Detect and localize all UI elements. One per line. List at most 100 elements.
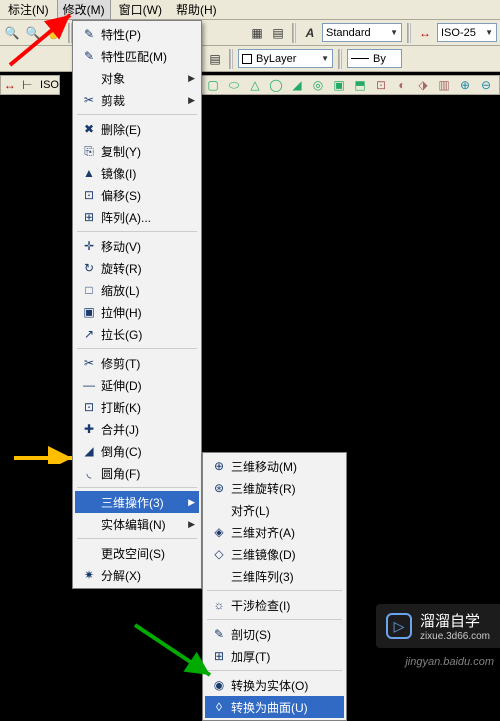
zoom-in-icon[interactable]: 🔍 — [3, 24, 21, 42]
offset-icon: ⊡ — [79, 188, 99, 202]
menu-label: 镜像(I) — [99, 165, 195, 182]
menu-item-3dops[interactable]: 三维操作(3)▶ — [75, 491, 199, 513]
text-style-icon[interactable]: A — [301, 24, 319, 42]
menu-item-offset[interactable]: ⊡偏移(S) — [75, 184, 199, 206]
menu-item-clip[interactable]: ✂剪裁▶ — [75, 89, 199, 111]
menu-annotate[interactable]: 标注(N) — [2, 0, 55, 20]
3drotate-icon: ⊛ — [209, 481, 229, 495]
menu-label: 延伸(D) — [99, 377, 195, 394]
dim-style-icon[interactable]: ↔ — [416, 24, 434, 42]
layer-icon[interactable]: ▤ — [206, 50, 224, 68]
menu-separator — [207, 590, 342, 591]
calc-icon[interactable]: ▦ — [248, 24, 266, 42]
color-value: ByLayer — [256, 53, 296, 65]
chevron-right-icon: ▶ — [188, 95, 195, 106]
cone-icon[interactable]: △ — [246, 76, 264, 94]
toolbar-grip-2 — [292, 23, 296, 43]
menu-label: 圆角(F) — [99, 465, 195, 482]
menu-help[interactable]: 帮助(H) — [170, 0, 223, 20]
sphere-icon[interactable]: ◯ — [267, 76, 285, 94]
torus-icon[interactable]: ◎ — [309, 76, 327, 94]
palette-icon[interactable]: ▤ — [269, 24, 287, 42]
menu-label: 拉长(G) — [99, 326, 195, 343]
dim-style-combo[interactable]: ISO-25 ▼ — [437, 23, 497, 42]
menu-label: 复制(Y) — [99, 143, 195, 160]
menu-item-fillet[interactable]: ◟圆角(F) — [75, 462, 199, 484]
polysolid-icon[interactable]: ⬒ — [351, 76, 369, 94]
menu-label: 转换为实体(O) — [229, 677, 340, 694]
submenu-item-3drotate[interactable]: ⊛三维旋转(R) — [205, 477, 344, 499]
menu-label: 对齐(L) — [229, 502, 340, 519]
chevron-right-icon: ▶ — [188, 73, 195, 84]
menu-item-extend[interactable]: —延伸(D) — [75, 374, 199, 396]
zoom-out-icon[interactable]: 🔍 — [24, 24, 42, 42]
linetype-preview — [351, 58, 369, 59]
submenu-item-3darray[interactable]: 三维阵列(3) — [205, 565, 344, 587]
menu-separator — [207, 670, 342, 671]
submenu-item-3dalign[interactable]: ◈三维对齐(A) — [205, 521, 344, 543]
pyramid-icon[interactable]: ▣ — [330, 76, 348, 94]
menu-item-join[interactable]: ✚合并(J) — [75, 418, 199, 440]
menu-item-stretch[interactable]: ▣拉伸(H) — [75, 301, 199, 323]
revolve-icon[interactable]: ◐ — [393, 76, 411, 94]
menu-item-copy[interactable]: ⎘复制(Y) — [75, 140, 199, 162]
linetype-combo[interactable]: By — [347, 49, 402, 68]
chevron-down-icon: ▼ — [390, 28, 398, 37]
menu-item-delete[interactable]: ✖删除(E) — [75, 118, 199, 140]
box-icon[interactable]: ▢ — [204, 76, 222, 94]
menu-item-break[interactable]: ⊡打断(K) — [75, 396, 199, 418]
wedge-icon[interactable]: ◢ — [288, 76, 306, 94]
slice-icon: ✎ — [209, 627, 229, 641]
menu-item-lengthen[interactable]: ↗拉长(G) — [75, 323, 199, 345]
chevron-down-icon: ▼ — [321, 54, 329, 63]
submenu-3dops: ⊕三维移动(M) ⊛三维旋转(R) 对齐(L) ◈三维对齐(A) ◇三维镜像(D… — [202, 452, 347, 721]
dim-linear-icon[interactable]: ⊢ — [19, 76, 37, 94]
submenu-item-to-solid[interactable]: ◉转换为实体(O) — [205, 674, 344, 696]
mirror-icon: ▲ — [79, 166, 99, 180]
menu-item-match-props[interactable]: ✎特性匹配(M) — [75, 45, 199, 67]
menu-item-rotate[interactable]: ↻旋转(R) — [75, 257, 199, 279]
submenu-item-3dmove[interactable]: ⊕三维移动(M) — [205, 455, 344, 477]
menu-item-mirror[interactable]: ▲镜像(I) — [75, 162, 199, 184]
menu-separator — [77, 538, 197, 539]
solids-toolbar: ▢ ⬭ △ ◯ ◢ ◎ ▣ ⬒ ⊡ ◐ ⬗ ▥ ⊕ ⊖ — [200, 75, 500, 95]
menu-item-move[interactable]: ✛移动(V) — [75, 235, 199, 257]
cylinder-icon[interactable]: ⬭ — [225, 76, 243, 94]
menu-item-scale[interactable]: □缩放(L) — [75, 279, 199, 301]
menu-window[interactable]: 窗口(W) — [113, 0, 168, 20]
submenu-item-thicken[interactable]: ⊞加厚(T) — [205, 645, 344, 667]
loft-icon[interactable]: ▥ — [435, 76, 453, 94]
menu-separator — [77, 114, 197, 115]
submenu-item-3dmirror[interactable]: ◇三维镜像(D) — [205, 543, 344, 565]
menu-label: 修剪(T) — [99, 355, 195, 372]
submenu-item-to-surface[interactable]: ◊转换为曲面(U) — [205, 696, 344, 718]
submenu-item-align[interactable]: 对齐(L) — [205, 499, 344, 521]
menu-label: 移动(V) — [99, 238, 195, 255]
menu-item-changespace[interactable]: 更改空间(S) — [75, 542, 199, 564]
menu-modify[interactable]: 修改(M) — [57, 0, 111, 20]
join-icon: ✚ — [79, 422, 99, 436]
menu-item-explode[interactable]: ✷分解(X) — [75, 564, 199, 586]
menu-item-trim[interactable]: ✂修剪(T) — [75, 352, 199, 374]
menu-label: 偏移(S) — [99, 187, 195, 204]
iso-label: ISO — [40, 79, 59, 91]
toolbar-grip-3 — [407, 23, 411, 43]
union-icon[interactable]: ⊕ — [456, 76, 474, 94]
pan-icon[interactable]: ✋ — [45, 24, 63, 42]
dim-update-icon[interactable]: ↔ — [1, 76, 19, 94]
chamfer-icon: ◢ — [79, 444, 99, 458]
color-combo[interactable]: ByLayer ▼ — [238, 49, 333, 68]
submenu-item-interfere[interactable]: ☼干涉检查(I) — [205, 594, 344, 616]
sweep-icon[interactable]: ⬗ — [414, 76, 432, 94]
menu-item-object[interactable]: 对象▶ — [75, 67, 199, 89]
menu-item-solidedit[interactable]: 实体编辑(N)▶ — [75, 513, 199, 535]
subtract-icon[interactable]: ⊖ — [477, 76, 495, 94]
menu-label: 拉伸(H) — [99, 304, 195, 321]
menu-item-array[interactable]: ⊞阵列(A)... — [75, 206, 199, 228]
extrude-icon[interactable]: ⊡ — [372, 76, 390, 94]
menubar: 标注(N) 修改(M) 窗口(W) 帮助(H) — [0, 0, 500, 20]
submenu-item-slice[interactable]: ✎剖切(S) — [205, 623, 344, 645]
menu-item-chamfer[interactable]: ◢倒角(C) — [75, 440, 199, 462]
text-style-combo[interactable]: Standard ▼ — [322, 23, 402, 42]
menu-item-properties[interactable]: ✎特性(P) — [75, 23, 199, 45]
